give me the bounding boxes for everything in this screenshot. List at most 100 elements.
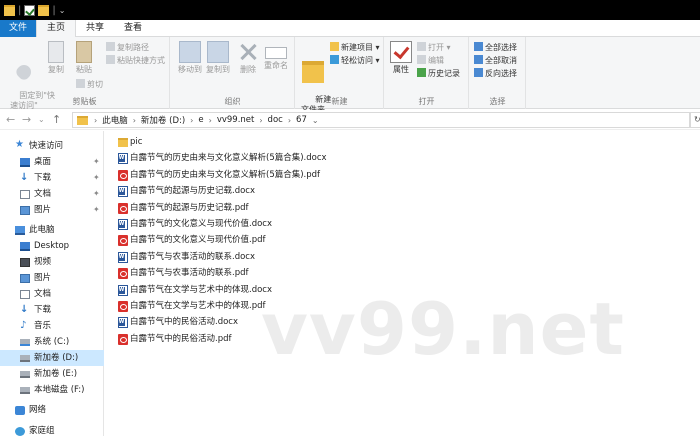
breadcrumb-separator[interactable]: › xyxy=(286,116,293,125)
copy-button[interactable]: 复制 xyxy=(44,41,68,75)
properties-icon xyxy=(390,41,412,63)
paste-button[interactable]: 粘贴 xyxy=(72,41,96,75)
pdf-document-icon xyxy=(118,301,128,312)
select-none-button[interactable]: 全部取消 xyxy=(474,55,517,67)
select-none-icon xyxy=(474,55,483,64)
file-name: 白露节气中的民俗活动.pdf xyxy=(130,333,232,344)
pin-icon[interactable]: ✦ xyxy=(93,186,100,202)
title-separator: | xyxy=(18,4,22,16)
pin-quick-access-button[interactable]: 固定到"快 速访问" xyxy=(4,41,55,121)
tab-home[interactable]: 主页 xyxy=(36,20,77,38)
recent-locations-button[interactable]: ⌄ xyxy=(38,113,45,127)
folder-icon xyxy=(118,138,128,147)
history-button[interactable]: 历史记录 xyxy=(417,68,460,80)
pdf-document-icon xyxy=(118,235,128,247)
pdf-document-icon xyxy=(118,202,128,214)
properties-button[interactable]: 属性 xyxy=(389,41,413,75)
documents-icon xyxy=(20,290,30,299)
breadcrumb-dropdown[interactable]: ⌄ xyxy=(310,116,321,125)
open-button[interactable]: 打开 ▾ xyxy=(417,42,451,54)
drive-icon xyxy=(20,387,30,394)
breadcrumb-separator[interactable]: › xyxy=(92,116,99,125)
copy-path-icon xyxy=(106,42,115,51)
breadcrumb-item[interactable]: doc xyxy=(265,115,286,125)
new-item-button[interactable]: 新建项目 ▾ xyxy=(330,42,380,54)
pin-icon[interactable]: ✦ xyxy=(93,202,100,218)
copy-path-button[interactable]: 复制路径 xyxy=(106,42,149,54)
properties-check-icon[interactable] xyxy=(24,4,36,16)
nav-item[interactable]: Desktop xyxy=(0,238,104,254)
forward-button[interactable]: → xyxy=(22,113,31,127)
back-button[interactable]: ← xyxy=(6,113,15,127)
nav-item[interactable]: 新加卷 (E:) xyxy=(0,366,104,382)
paste-shortcut-button[interactable]: 粘贴快捷方式 xyxy=(106,55,165,67)
tab-view[interactable]: 查看 xyxy=(114,20,152,37)
cut-button[interactable]: 剪切 xyxy=(76,79,103,91)
nav-item[interactable]: 视频 xyxy=(0,254,104,270)
edit-button[interactable]: 编辑 xyxy=(417,55,444,67)
breadcrumb-separator[interactable]: › xyxy=(207,116,214,125)
nav-item-label: 下载 xyxy=(34,173,52,183)
breadcrumb-separator[interactable]: › xyxy=(131,116,138,125)
navigation-pane[interactable]: ★ 快速访问 桌面 ✦ ↓ 下载 ✦ 文档 ✦ 图片 ✦ 此电脑 Desktop 视频 图片 文档 ↓ 下载 ♪ 音乐… xyxy=(0,131,104,436)
nav-item[interactable]: 此电脑 xyxy=(0,222,104,238)
nav-item[interactable]: 桌面 ✦ xyxy=(0,154,104,170)
breadcrumb-item[interactable]: e xyxy=(195,115,206,125)
tab-file[interactable]: 文件 xyxy=(0,20,36,37)
pin-icon[interactable]: ✦ xyxy=(93,154,100,170)
breadcrumb[interactable]: › 此电脑 › 新加卷 (D:) › e › vv99.net › doc › 67 ⌄ xyxy=(72,112,690,128)
up-button[interactable]: ↑ xyxy=(52,113,61,127)
file-name: 白露节气中的民俗活动.docx xyxy=(130,317,239,328)
rename-button[interactable]: 重命名 xyxy=(263,41,289,71)
refresh-button[interactable]: ↻ xyxy=(690,112,700,128)
select-group-label: 选择 xyxy=(489,97,506,106)
word-document-icon xyxy=(118,251,128,263)
file-list[interactable]: vv99.net pic 白露节气的历史由来与文化意义解析(5篇合集).docx 白… xyxy=(105,131,700,436)
easy-access-button[interactable]: 轻松访问 ▾ xyxy=(330,55,380,67)
nav-item[interactable]: 本地磁盘 (F:) xyxy=(0,382,104,398)
title-separator-2: | xyxy=(52,4,56,16)
select-all-button[interactable]: 全部选择 xyxy=(474,42,517,54)
open-group: 属性 打开 ▾ 编辑 历史记录 打开 xyxy=(385,37,469,109)
nav-item-label: 图片 xyxy=(34,273,52,283)
nav-item[interactable]: 文档 xyxy=(0,286,104,302)
move-to-icon xyxy=(179,41,201,63)
nav-item[interactable]: 图片 xyxy=(0,270,104,286)
history-icon xyxy=(417,68,426,77)
nav-item[interactable]: ↓ 下载 ✦ xyxy=(0,170,104,186)
nav-item[interactable]: ★ 快速访问 xyxy=(0,138,104,154)
breadcrumb-item[interactable]: 此电脑 xyxy=(99,114,131,126)
nav-item[interactable]: 家庭组 xyxy=(0,423,104,436)
delete-button[interactable]: 删除 xyxy=(237,41,259,75)
breadcrumb-separator[interactable]: › xyxy=(188,116,195,125)
breadcrumb-item[interactable]: vv99.net xyxy=(214,115,258,125)
folder-icon xyxy=(4,4,15,16)
new-group-label: 新建 xyxy=(331,97,348,106)
new-folder-quick-icon[interactable] xyxy=(38,4,50,16)
nav-item-label: 快速访问 xyxy=(29,141,64,151)
nav-item[interactable]: 图片 ✦ xyxy=(0,202,104,218)
breadcrumb-item[interactable]: 67 xyxy=(293,115,310,125)
nav-item-label: 音乐 xyxy=(34,321,52,331)
breadcrumb-separator[interactable]: › xyxy=(257,116,264,125)
pin-icon[interactable]: ✦ xyxy=(93,170,100,186)
tab-share[interactable]: 共享 xyxy=(76,20,114,37)
move-to-button[interactable]: 移动到 xyxy=(177,41,203,75)
nav-item[interactable]: 系统 (C:) xyxy=(0,334,104,350)
star-icon: ★ xyxy=(15,139,24,150)
ribbon-tabs: 文件 主页 共享 查看 xyxy=(0,20,700,38)
nav-item-label: Desktop xyxy=(34,241,70,251)
copy-to-button[interactable]: 复制到 xyxy=(205,41,231,75)
download-icon: ↓ xyxy=(20,172,29,183)
quick-access-dropdown[interactable]: ⌄ xyxy=(59,6,66,15)
invert-selection-button[interactable]: 反向选择 xyxy=(474,68,517,80)
breadcrumb-item[interactable]: 新加卷 (D:) xyxy=(138,114,188,126)
nav-item-label: 桌面 xyxy=(34,157,52,167)
nav-item[interactable]: 新加卷 (D:) xyxy=(0,350,104,366)
nav-item[interactable]: ↓ 下载 xyxy=(0,302,104,318)
nav-item[interactable]: 文档 ✦ xyxy=(0,186,104,202)
new-group: 新建 文件夹 新建项目 ▾ 轻松访问 ▾ 新建 xyxy=(296,37,384,114)
scissors-icon xyxy=(76,79,85,88)
nav-item[interactable]: 网络 xyxy=(0,402,104,418)
nav-item[interactable]: ♪ 音乐 xyxy=(0,318,104,334)
